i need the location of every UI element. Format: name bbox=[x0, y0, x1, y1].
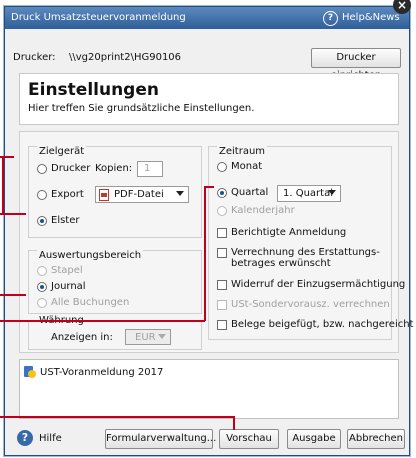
radio-export[interactable]: Export bbox=[37, 189, 84, 200]
checkbox[interactable] bbox=[217, 299, 227, 310]
group-auswertungsbereich: Auswertungsbereich Stapel Journal Alle B… bbox=[28, 250, 202, 314]
callout-line bbox=[0, 294, 26, 296]
help-label[interactable]: Hilfe bbox=[39, 433, 62, 444]
help-news-link[interactable]: Help&News bbox=[342, 12, 400, 23]
radio-alle-buchungen[interactable]: Alle Buchungen bbox=[37, 297, 129, 308]
radio-button[interactable] bbox=[37, 163, 47, 174]
check-label: Widerruf der Einzugsermächtigung bbox=[231, 279, 406, 290]
callout-line bbox=[0, 416, 234, 418]
radio-journal[interactable]: Journal bbox=[37, 281, 86, 292]
group-waehrung: Währung Anzeigen in: EUR bbox=[28, 315, 202, 350]
printer-row: Drucker: \\vg20print2\HG90106 Drucker ei… bbox=[9, 47, 403, 81]
chevron-down-icon bbox=[176, 191, 184, 196]
window-title: Druck Umsatzsteuervoranmeldung bbox=[11, 12, 186, 23]
radio-button[interactable] bbox=[37, 265, 47, 276]
check-label-line2: betrages erwünscht bbox=[231, 258, 331, 269]
radio-button[interactable] bbox=[37, 281, 47, 292]
radio-label-elster: Elster bbox=[51, 215, 80, 226]
group-zielgeraet: Zielgerät Drucker Kopien: 1 Export PDF-D… bbox=[28, 146, 202, 238]
radio-button[interactable] bbox=[217, 205, 227, 216]
radio-drucker[interactable]: Drucker bbox=[37, 163, 90, 174]
radio-label-export: Export bbox=[51, 189, 84, 200]
pdf-icon bbox=[99, 189, 109, 201]
check-berichtigte-anmeldung[interactable]: Berichtigte Anmeldung bbox=[217, 227, 346, 238]
page-subtitle: Hier treffen Sie grundsätzliche Einstell… bbox=[28, 103, 255, 114]
chevron-down-icon bbox=[328, 190, 336, 195]
help-circle-icon[interactable]: ? bbox=[323, 11, 338, 26]
check-label: USt-Sondervorausz. verrechnen bbox=[231, 299, 390, 310]
list-item[interactable]: UST-Voranmeldung 2017 bbox=[24, 366, 163, 378]
callout-line bbox=[0, 157, 4, 215]
check-verrechnung[interactable]: Verrechnung des Erstattungs- betrages er… bbox=[217, 247, 380, 269]
radio-stapel[interactable]: Stapel bbox=[37, 265, 83, 276]
document-list[interactable]: UST-Voranmeldung 2017 bbox=[19, 359, 399, 419]
check-label: Belege beigefügt, bzw. nachgereicht bbox=[231, 319, 414, 330]
print-dialog: Druck Umsatzsteuervoranmeldung ? Help&Ne… bbox=[4, 6, 413, 456]
radio-label-stapel: Stapel bbox=[51, 265, 83, 276]
checkbox[interactable] bbox=[217, 279, 227, 290]
callout-line bbox=[204, 186, 214, 188]
checkbox[interactable] bbox=[217, 227, 227, 238]
currency-value: EUR bbox=[135, 332, 156, 343]
checkbox[interactable] bbox=[217, 319, 227, 330]
quartal-value: 1. Quartal bbox=[283, 188, 333, 199]
export-format-value: PDF-Datei bbox=[114, 189, 164, 200]
callout-line bbox=[0, 156, 14, 158]
check-label-line1: Verrechnung des Erstattungs- bbox=[231, 247, 380, 258]
callout-line bbox=[233, 416, 235, 430]
checkbox[interactable] bbox=[217, 248, 227, 258]
printer-path: \\vg20print2\HG90106 bbox=[69, 52, 182, 63]
vorschau-button[interactable]: Vorschau bbox=[219, 429, 279, 449]
export-format-select[interactable]: PDF-Datei bbox=[95, 186, 189, 203]
check-label: Verrechnung des Erstattungs- betrages er… bbox=[231, 247, 380, 269]
printer-label: Drucker: bbox=[13, 52, 56, 63]
ausgabe-button[interactable]: Ausgabe bbox=[287, 429, 341, 449]
check-label: Berichtigte Anmeldung bbox=[231, 227, 347, 238]
radio-label-drucker: Drucker bbox=[51, 163, 91, 174]
document-icon bbox=[24, 366, 36, 378]
radio-label-alle-buchungen: Alle Buchungen bbox=[51, 297, 130, 308]
group-title-auswertungsbereich: Auswertungsbereich bbox=[37, 250, 144, 261]
radio-button[interactable] bbox=[37, 215, 47, 226]
footer: ? Hilfe Formularverwaltung... Vorschau A… bbox=[5, 423, 409, 455]
radio-button[interactable] bbox=[37, 189, 47, 200]
kopien-label: Kopien: bbox=[95, 163, 133, 174]
formularverwaltung-button[interactable]: Formularverwaltung... bbox=[105, 429, 216, 449]
currency-label: Anzeigen in: bbox=[51, 332, 113, 343]
page-title: Einstellungen bbox=[28, 80, 159, 100]
currency-select[interactable]: EUR bbox=[125, 329, 171, 345]
radio-label-monat: Monat bbox=[231, 161, 263, 172]
check-widerruf[interactable]: Widerruf der Einzugsermächtigung bbox=[217, 279, 405, 290]
radio-kalenderjahr[interactable]: Kalenderjahr bbox=[217, 205, 295, 216]
settings-header: Einstellungen Hier treffen Sie grundsätz… bbox=[19, 73, 399, 125]
kopien-input[interactable]: 1 bbox=[137, 161, 163, 177]
radio-button[interactable] bbox=[217, 161, 227, 172]
radio-monat[interactable]: Monat bbox=[217, 161, 262, 172]
callout-line bbox=[0, 213, 26, 215]
help-icon[interactable]: ? bbox=[17, 430, 33, 446]
printer-setup-button[interactable]: Drucker einrichten bbox=[311, 48, 401, 81]
group-zeitraum: Zeitraum Monat Quartal 1. Quartal Kalend… bbox=[208, 146, 413, 340]
group-title-zeitraum: Zeitraum bbox=[217, 146, 268, 157]
abbrechen-button[interactable]: Abbrechen bbox=[347, 429, 405, 449]
callout-line bbox=[0, 320, 205, 322]
chevron-down-icon bbox=[158, 334, 166, 339]
quartal-select[interactable]: 1. Quartal bbox=[277, 185, 341, 202]
radio-elster[interactable]: Elster bbox=[37, 215, 80, 226]
radio-label-quartal: Quartal bbox=[231, 187, 269, 198]
check-belege[interactable]: Belege beigefügt, bzw. nachgereicht bbox=[217, 319, 413, 330]
radio-quartal[interactable]: Quartal bbox=[217, 187, 268, 198]
radio-button[interactable] bbox=[217, 187, 227, 198]
check-ust-sondervorausz[interactable]: USt-Sondervorausz. verrechnen bbox=[217, 299, 390, 310]
radio-label-journal: Journal bbox=[51, 281, 86, 292]
title-bar[interactable]: Druck Umsatzsteuervoranmeldung ? Help&Ne… bbox=[5, 7, 409, 29]
radio-button[interactable] bbox=[37, 297, 47, 308]
group-title-zielgeraet: Zielgerät bbox=[37, 146, 87, 157]
radio-label-kalenderjahr: Kalenderjahr bbox=[231, 205, 295, 216]
callout-line bbox=[204, 187, 206, 321]
list-item-label: UST-Voranmeldung 2017 bbox=[40, 366, 164, 378]
